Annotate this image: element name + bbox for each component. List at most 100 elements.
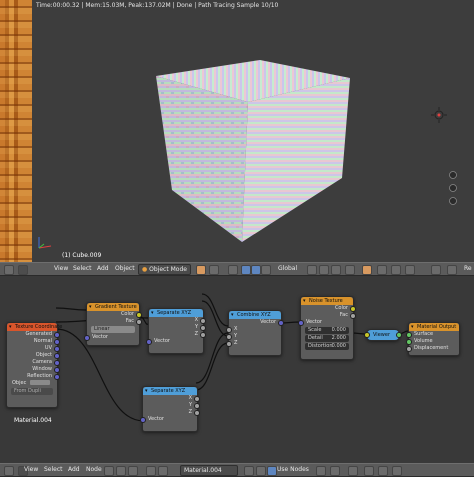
use-nodes-label[interactable]: Use Nodes bbox=[277, 466, 309, 473]
collapse-triangle-icon[interactable]: ▾ bbox=[9, 323, 12, 331]
from-dupli-label: From Dupli bbox=[14, 388, 41, 394]
socket-vector-in: Vector bbox=[84, 334, 139, 341]
scale-field[interactable]: Scale 0.000 bbox=[305, 327, 349, 334]
node-material-output[interactable]: ▾ Material Output Surface Volume Displace… bbox=[406, 322, 460, 356]
layer-4[interactable] bbox=[345, 265, 355, 275]
input-socket[interactable] bbox=[140, 417, 146, 423]
node-header[interactable]: ▾ Separate XYZ bbox=[143, 387, 197, 395]
render-menu-truncated[interactable]: Re bbox=[464, 265, 472, 272]
node-gradient-texture[interactable]: ▾ Gradient Texture Color Fac Linear Vecto… bbox=[84, 302, 142, 346]
node-editor-header: View Select Add Node Material.004 Use No… bbox=[0, 463, 474, 477]
node-header[interactable]: ▾ Noise Texture bbox=[301, 297, 353, 305]
pivot-icon[interactable] bbox=[228, 265, 238, 275]
node-texture-coordinate[interactable]: ▾ Texture Coordinate Generated Normal UV … bbox=[6, 322, 62, 408]
object-picker[interactable] bbox=[29, 380, 50, 385]
menu-select[interactable]: Select bbox=[73, 265, 92, 272]
menu-select[interactable]: Select bbox=[44, 466, 63, 473]
node-header[interactable]: ▾ Combine XYZ bbox=[229, 311, 281, 319]
input-socket[interactable] bbox=[406, 346, 412, 352]
material-select[interactable]: Material.004 bbox=[180, 465, 238, 476]
compositing-tree-icon[interactable] bbox=[128, 466, 138, 476]
shader-tree-icon[interactable] bbox=[104, 466, 114, 476]
render-icon[interactable] bbox=[378, 466, 388, 476]
detail-field[interactable]: Detail 2.000 bbox=[305, 335, 349, 342]
manipulator-translate-icon[interactable] bbox=[241, 265, 251, 275]
orientation-select[interactable]: Global bbox=[278, 265, 297, 272]
collapse-triangle-icon[interactable]: ▾ bbox=[231, 311, 234, 319]
from-dupli-checkbox[interactable]: From Dupli bbox=[11, 388, 53, 395]
shading-menu-icon[interactable] bbox=[209, 265, 219, 275]
editor-type-icon[interactable] bbox=[4, 265, 14, 275]
collapse-triangle-icon[interactable]: ▾ bbox=[151, 309, 154, 317]
node-separate-xyz-2[interactable]: ▾ Separate XYZ X Y Z Vector bbox=[140, 386, 200, 432]
collapse-triangle-icon[interactable]: ▾ bbox=[145, 387, 148, 395]
node-header[interactable]: ▾ Texture Coordinate bbox=[7, 323, 62, 331]
object-field-label: Objec bbox=[12, 380, 27, 386]
viewport-toggle-icons[interactable] bbox=[448, 170, 458, 210]
node-noise-texture[interactable]: ▾ Noise Texture Color Fac Vector Scale 0.0… bbox=[298, 296, 356, 360]
node-editor[interactable]: ▾ Texture Coordinate Generated Normal UV … bbox=[0, 276, 474, 463]
collapse-triangle-icon[interactable]: ▾ bbox=[411, 323, 414, 331]
layer-1[interactable] bbox=[307, 265, 317, 275]
mode-select[interactable]: ● Object Mode bbox=[138, 264, 191, 275]
new-material-icon[interactable] bbox=[256, 466, 266, 476]
socket-label: Fac bbox=[125, 318, 134, 324]
opengl-render-icon[interactable] bbox=[431, 265, 441, 275]
copy-icon[interactable] bbox=[348, 466, 358, 476]
node-viewer[interactable]: Viewer bbox=[364, 329, 402, 341]
input-socket[interactable] bbox=[84, 335, 90, 341]
socket-displacement-in: Displacement bbox=[406, 345, 459, 352]
menu-node[interactable]: Node bbox=[86, 466, 102, 473]
manipulator-rotate-icon[interactable] bbox=[251, 265, 261, 275]
node-title: Viewer bbox=[373, 332, 390, 338]
layer-2[interactable] bbox=[319, 265, 329, 275]
snap-icon[interactable] bbox=[316, 466, 326, 476]
menu-view[interactable]: View bbox=[54, 265, 68, 272]
input-socket[interactable] bbox=[364, 332, 370, 338]
use-nodes-checkbox[interactable] bbox=[267, 466, 277, 476]
field-value: 0.000 bbox=[331, 343, 346, 349]
shading-solid-icon[interactable] bbox=[196, 265, 206, 275]
paste-icon[interactable] bbox=[364, 466, 374, 476]
backdrop-icon[interactable] bbox=[392, 466, 402, 476]
node-combine-xyz[interactable]: ▾ Combine XYZ Vector X Y Z bbox=[226, 310, 284, 356]
menu-object[interactable]: Object bbox=[115, 265, 135, 272]
3d-viewport[interactable]: Time:00:00.32 | Mem:15.03M, Peak:137.02M… bbox=[0, 0, 474, 262]
proportional-edit-icon[interactable] bbox=[362, 265, 372, 275]
socket-y: Y bbox=[143, 402, 200, 409]
manipulator-scale-icon[interactable] bbox=[261, 265, 271, 275]
menu-add[interactable]: Add bbox=[68, 466, 80, 473]
snap-icon[interactable] bbox=[377, 265, 387, 275]
editor-type-icon[interactable] bbox=[4, 466, 14, 476]
node-header[interactable]: ▾ Gradient Texture bbox=[87, 303, 139, 311]
output-socket[interactable] bbox=[136, 319, 142, 325]
node-header[interactable]: ▾ Material Output bbox=[409, 323, 459, 331]
object-shader-icon[interactable] bbox=[146, 466, 156, 476]
texture-tree-icon[interactable] bbox=[116, 466, 126, 476]
socket-label: Vector bbox=[306, 319, 322, 325]
collapse-menu-icon[interactable] bbox=[18, 265, 28, 275]
gradient-type-select[interactable]: Linear bbox=[91, 326, 135, 333]
world-shader-icon[interactable] bbox=[158, 466, 168, 476]
animation-render-icon[interactable] bbox=[447, 265, 457, 275]
layer-3[interactable] bbox=[331, 265, 341, 275]
menu-add[interactable]: Add bbox=[97, 265, 109, 272]
menu-view[interactable]: View bbox=[24, 466, 38, 473]
output-socket[interactable] bbox=[396, 332, 402, 338]
render-preview-icon[interactable] bbox=[405, 265, 415, 275]
rendered-cube[interactable] bbox=[150, 60, 360, 245]
snap-mode-icon[interactable] bbox=[330, 466, 340, 476]
field-label: Distortion bbox=[308, 343, 333, 349]
input-socket[interactable] bbox=[146, 339, 152, 345]
input-socket[interactable] bbox=[226, 341, 232, 347]
lamp-icon[interactable] bbox=[431, 107, 447, 123]
socket-label: Fac bbox=[339, 312, 348, 318]
collapse-triangle-icon[interactable]: ▾ bbox=[89, 303, 92, 311]
node-separate-xyz-1[interactable]: ▾ Separate XYZ X Y Z Vector bbox=[146, 308, 206, 354]
input-socket[interactable] bbox=[298, 320, 304, 326]
snap-target-icon[interactable] bbox=[391, 265, 401, 275]
node-header[interactable]: ▾ Separate XYZ bbox=[149, 309, 203, 317]
collapse-triangle-icon[interactable]: ▾ bbox=[303, 297, 306, 305]
fake-user-icon[interactable] bbox=[244, 466, 254, 476]
distortion-field[interactable]: Distortion 0.000 bbox=[305, 343, 349, 350]
